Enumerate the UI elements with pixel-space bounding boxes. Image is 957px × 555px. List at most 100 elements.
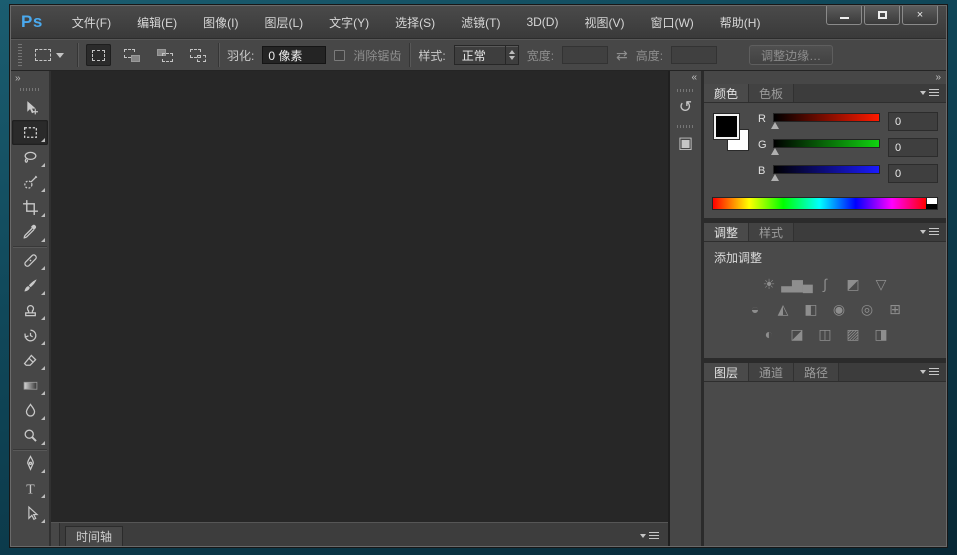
feather-input[interactable]: 0 像素 xyxy=(262,46,326,64)
selective-color-icon[interactable]: ◨ xyxy=(871,325,891,343)
refine-edge-button[interactable]: 调整边缘… xyxy=(749,45,833,65)
options-separator xyxy=(218,43,219,67)
move-tool[interactable] xyxy=(12,95,48,120)
menu-image[interactable]: 图像(I) xyxy=(190,6,251,38)
brightness-contrast-icon[interactable]: ☀ xyxy=(759,275,779,293)
brush-tool[interactable] xyxy=(12,273,48,298)
swap-dimensions-icon[interactable]: ⇄ xyxy=(616,47,628,64)
collapse-dock-button[interactable]: » xyxy=(704,71,946,84)
type-tool[interactable]: T xyxy=(12,476,48,501)
spectrum-gradient[interactable] xyxy=(713,198,926,209)
options-bar-gripper[interactable] xyxy=(18,44,22,66)
minimize-button[interactable] xyxy=(826,6,862,25)
tab-paths[interactable]: 路径 xyxy=(794,363,839,381)
posterize-icon[interactable]: ◪ xyxy=(787,325,807,343)
color-lookup-icon[interactable]: ⊞ xyxy=(885,300,905,318)
timeline-panel-bar: 时间轴 xyxy=(51,522,668,546)
photo-filter-icon[interactable]: ◉ xyxy=(829,300,849,318)
toolbar-gripper[interactable] xyxy=(20,88,40,91)
layers-panel-menu-icon[interactable] xyxy=(913,363,946,381)
history-panel-icon[interactable]: ↺ xyxy=(671,94,701,120)
channel-mixer-icon[interactable]: ◎ xyxy=(857,300,877,318)
tab-styles[interactable]: 样式 xyxy=(749,223,794,241)
slider-thumb-icon[interactable] xyxy=(771,122,779,129)
strip-gripper[interactable] xyxy=(677,125,695,128)
timeline-menu-icon[interactable] xyxy=(640,532,659,540)
black-swatch[interactable] xyxy=(926,204,937,210)
width-input[interactable] xyxy=(562,46,608,64)
height-input[interactable] xyxy=(671,46,717,64)
exposure-icon[interactable]: ◩ xyxy=(843,275,863,293)
threshold-icon[interactable]: ◫ xyxy=(815,325,835,343)
eraser-tool[interactable] xyxy=(12,348,48,373)
red-value-input[interactable]: 0 xyxy=(888,112,938,131)
menu-type[interactable]: 文字(Y) xyxy=(316,6,382,38)
main-workspace: » xyxy=(11,71,946,546)
close-button[interactable]: × xyxy=(902,6,938,25)
clone-stamp-tool[interactable] xyxy=(12,298,48,323)
pen-tool[interactable] xyxy=(12,451,48,476)
menu-select[interactable]: 选择(S) xyxy=(382,6,448,38)
menu-3d[interactable]: 3D(D) xyxy=(513,6,571,38)
tool-preset-picker[interactable] xyxy=(30,47,69,63)
path-selection-tool[interactable] xyxy=(12,501,48,526)
green-slider[interactable] xyxy=(773,139,880,148)
menu-window[interactable]: 窗口(W) xyxy=(637,6,706,38)
menu-file[interactable]: 文件(F) xyxy=(59,6,124,38)
tab-channels[interactable]: 通道 xyxy=(749,363,794,381)
hue-saturation-icon[interactable]: ◒ xyxy=(745,300,765,318)
lasso-tool[interactable] xyxy=(12,145,48,170)
strip-gripper[interactable] xyxy=(677,89,695,92)
green-value-input[interactable]: 0 xyxy=(888,138,938,157)
adjustments-panel-menu-icon[interactable] xyxy=(913,223,946,241)
black-white-icon[interactable]: ◧ xyxy=(801,300,821,318)
menu-view[interactable]: 视图(V) xyxy=(571,6,637,38)
eyedropper-tool[interactable] xyxy=(12,220,48,245)
blur-tool[interactable] xyxy=(12,398,48,423)
tab-swatches[interactable]: 色板 xyxy=(749,84,794,102)
antialias-checkbox[interactable] xyxy=(334,50,345,61)
add-selection-mode-button[interactable] xyxy=(119,44,144,66)
dodge-tool[interactable] xyxy=(12,423,48,448)
tab-adjustments[interactable]: 调整 xyxy=(704,223,749,241)
slider-thumb-icon[interactable] xyxy=(771,148,779,155)
menu-layer[interactable]: 图层(L) xyxy=(251,6,316,38)
new-selection-mode-button[interactable] xyxy=(86,44,111,66)
foreground-color-swatch[interactable] xyxy=(714,114,739,139)
tab-color[interactable]: 颜色 xyxy=(704,84,749,102)
green-channel-label: G xyxy=(758,138,772,151)
color-balance-icon[interactable]: ◭ xyxy=(773,300,793,318)
red-slider[interactable] xyxy=(773,113,880,122)
tab-layers[interactable]: 图层 xyxy=(704,363,749,381)
maximize-button[interactable] xyxy=(864,6,900,25)
toolbar-collapse-button[interactable]: » xyxy=(11,72,25,86)
slider-thumb-icon[interactable] xyxy=(771,174,779,181)
levels-icon[interactable]: ▃▆▄ xyxy=(787,275,807,293)
intersect-selection-mode-button[interactable] xyxy=(185,44,210,66)
blue-slider[interactable] xyxy=(773,165,880,174)
color-panel-menu-icon[interactable] xyxy=(913,84,946,102)
vibrance-icon[interactable]: ▽ xyxy=(871,275,891,293)
crop-tool[interactable] xyxy=(12,195,48,220)
curves-icon[interactable]: ∫ xyxy=(815,275,835,293)
history-brush-tool[interactable] xyxy=(12,323,48,348)
gradient-map-icon[interactable]: ▨ xyxy=(843,325,863,343)
expand-strip-button[interactable]: « xyxy=(670,71,701,84)
gradient-tool[interactable] xyxy=(12,373,48,398)
chevron-down-icon xyxy=(56,53,64,58)
rectangular-marquee-tool[interactable] xyxy=(12,120,48,145)
subtract-selection-mode-button[interactable] xyxy=(152,44,177,66)
color-spectrum-ramp[interactable] xyxy=(712,197,938,210)
menu-filter[interactable]: 滤镜(T) xyxy=(448,6,513,38)
blue-value-input[interactable]: 0 xyxy=(888,164,938,183)
menu-help[interactable]: 帮助(H) xyxy=(707,6,774,38)
quick-selection-tool[interactable] xyxy=(12,170,48,195)
timeline-tab[interactable]: 时间轴 xyxy=(65,526,123,546)
spot-healing-brush-tool[interactable] xyxy=(12,248,48,273)
style-dropdown[interactable]: 正常 xyxy=(454,45,519,65)
spinner-icon[interactable] xyxy=(505,46,518,64)
menu-edit[interactable]: 编辑(E) xyxy=(124,6,190,38)
timeline-gripper[interactable] xyxy=(51,523,60,546)
invert-icon[interactable]: ◐ xyxy=(759,325,779,343)
3d-panel-icon[interactable]: ▣ xyxy=(671,130,701,156)
